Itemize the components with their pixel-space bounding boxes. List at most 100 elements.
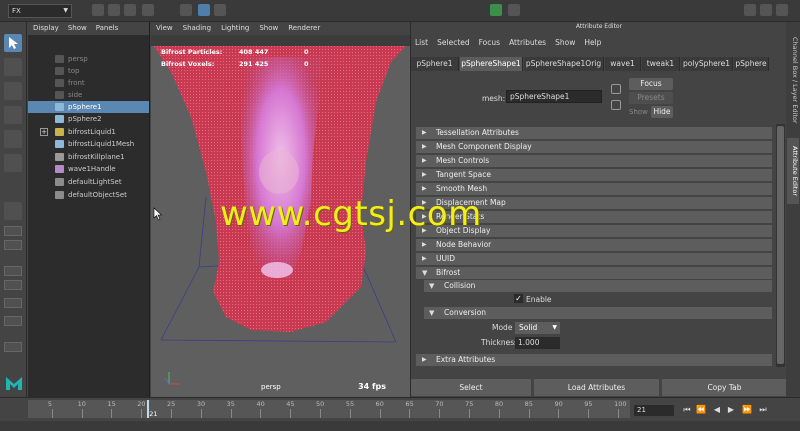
play-backwards-button[interactable]: ◀ — [712, 405, 722, 415]
timeline-track[interactable]: 5 10 15 20 25 30 35 40 45 50 55 60 65 70 75 80 85 90 95 100… — [28, 400, 630, 418]
hide-button[interactable]: Hide — [651, 106, 673, 118]
move-tool-icon[interactable] — [4, 106, 22, 124]
menu-set-select[interactable]: FX ▼ — [8, 4, 72, 18]
ae-menu-selected[interactable]: Selected — [437, 36, 470, 50]
tab-psphere-truncated[interactable]: pSphere — [734, 57, 769, 71]
focus-button[interactable]: Focus — [629, 78, 673, 90]
viewport-menu-shading[interactable]: Shading — [183, 22, 211, 35]
viewport-menu-lighting[interactable]: Lighting — [221, 22, 249, 35]
copy-tab-button[interactable]: Copy Tab — [662, 379, 787, 396]
outliner-item-bifrostliquid1mesh[interactable]: bifrostLiquid1Mesh — [28, 138, 149, 150]
tab-polysphere1[interactable]: polySphere1 — [681, 57, 733, 71]
tab-wave1[interactable]: wave1 — [605, 57, 641, 71]
mode-dropdown[interactable]: Solid ▼ — [515, 322, 560, 334]
section-mesh-controls[interactable]: ▶ Mesh Controls — [416, 155, 772, 167]
outliner-menu-display[interactable]: Display — [33, 22, 59, 35]
tab-psphereshape1[interactable]: pSphereShape1 — [460, 57, 523, 71]
outliner-item-wave1handle[interactable]: wave1Handle — [28, 163, 149, 175]
section-uuid[interactable]: ▶ UUID — [416, 253, 772, 265]
outliner-item-top[interactable]: top — [28, 65, 149, 77]
thickness-field[interactable]: 1.000 — [515, 337, 560, 349]
select-hierarchy-icon[interactable] — [180, 4, 192, 16]
rotate-tool-icon[interactable] — [4, 130, 22, 148]
outliner-layout-icon[interactable] — [4, 266, 22, 276]
ipr-render-icon[interactable] — [508, 4, 520, 16]
outliner-item-bifrostkillplane1[interactable]: bifrostKillplane1 — [28, 151, 149, 163]
outliner-menu-panels[interactable]: Panels — [96, 22, 119, 35]
outliner-item-side[interactable]: side — [28, 89, 149, 101]
ae-menu-focus[interactable]: Focus — [479, 36, 500, 50]
four-view-layout-icon[interactable] — [4, 226, 22, 236]
ae-menu-show[interactable]: Show — [555, 36, 575, 50]
hypershade-layout-icon[interactable] — [4, 298, 22, 308]
viewport-menu-view[interactable]: View — [156, 22, 173, 35]
ae-menu-attributes[interactable]: Attributes — [509, 36, 546, 50]
outliner-item-bifrostliquid1[interactable]: + bifrostLiquid1 — [28, 126, 149, 138]
time-slider[interactable]: 5 10 15 20 25 30 35 40 45 50 55 60 65 70 75 80 85 90 95 100… — [0, 397, 800, 431]
current-frame-field[interactable]: 21 — [634, 405, 674, 416]
tab-attribute-editor[interactable]: Attribute Editor — [787, 138, 799, 204]
subsection-collision[interactable]: ▼ Collision — [424, 280, 772, 292]
expand-icon[interactable]: + — [40, 128, 48, 136]
step-forward-key-button[interactable]: ⏩ — [742, 405, 752, 415]
scrollbar-thumb[interactable] — [777, 126, 784, 364]
play-forwards-button[interactable]: ▶ — [726, 405, 736, 415]
go-to-start-button[interactable]: ⏮ — [682, 405, 692, 415]
select-component-icon[interactable] — [214, 4, 226, 16]
outliner-item-defaultlightset[interactable]: defaultLightSet — [28, 176, 149, 188]
go-to-end-button[interactable]: ⏭ — [758, 405, 768, 415]
ae-menu-help[interactable]: Help — [584, 36, 601, 50]
node-name-field[interactable]: pSphereShape1 — [506, 90, 602, 103]
hud-label: Bifrost Voxels: — [161, 60, 215, 68]
tab-psphereshape1orig[interactable]: pSphereShape1Orig — [524, 57, 604, 71]
ae-menu-list[interactable]: List — [415, 36, 428, 50]
uv-layout-icon[interactable] — [4, 316, 22, 326]
step-back-key-button[interactable]: ⏪ — [696, 405, 706, 415]
tab-psphere1[interactable]: pSphere1 — [411, 57, 459, 71]
scale-tool-icon[interactable] — [4, 154, 22, 172]
undo-icon[interactable] — [142, 4, 154, 16]
save-scene-icon[interactable] — [124, 4, 136, 16]
tab-channel-box[interactable]: Channel Box / Layer Editor — [787, 26, 799, 134]
custom-layout-icon[interactable] — [4, 342, 22, 352]
select-object-icon[interactable] — [198, 4, 210, 16]
viewport-menu-renderer[interactable]: Renderer — [288, 22, 320, 35]
outliner-menu-show[interactable]: Show — [68, 22, 87, 35]
load-output-icon[interactable] — [611, 100, 621, 110]
subsection-conversion[interactable]: ▼ Conversion — [424, 307, 772, 319]
graph-layout-icon[interactable] — [4, 280, 22, 290]
viewport-icon-bar[interactable] — [151, 35, 410, 46]
section-bifrost[interactable]: ▼ Bifrost — [416, 267, 772, 279]
open-scene-icon[interactable] — [108, 4, 120, 16]
outliner-item-defaultobjectset[interactable]: defaultObjectSet — [28, 189, 149, 201]
section-extra-attributes[interactable]: ▶ Extra Attributes — [416, 354, 772, 366]
select-button[interactable]: Select — [411, 379, 531, 396]
modeling-toolkit-icon[interactable] — [744, 4, 756, 16]
section-tessellation-attributes[interactable]: ▶ Tessellation Attributes — [416, 127, 772, 139]
section-mesh-component-display[interactable]: ▶ Mesh Component Display — [416, 141, 772, 153]
outliner-item-psphere2[interactable]: pSphere2 — [28, 113, 149, 125]
section-node-behavior[interactable]: ▶ Node Behavior — [416, 239, 772, 251]
outliner-item-front[interactable]: front — [28, 77, 149, 89]
lasso-tool-icon[interactable] — [4, 58, 22, 76]
tab-tweak1[interactable]: tweak1 — [642, 57, 680, 71]
enable-checkbox[interactable]: ✓ — [514, 294, 523, 303]
presets-button[interactable]: Presets — [629, 92, 673, 104]
paint-select-tool-icon[interactable] — [4, 82, 22, 100]
section-tangent-space[interactable]: ▶ Tangent Space — [416, 169, 772, 181]
attribute-editor-icon[interactable] — [760, 4, 772, 16]
new-scene-icon[interactable] — [92, 4, 104, 16]
single-perspective-layout-icon[interactable] — [4, 202, 22, 220]
select-tool-icon[interactable] — [4, 34, 22, 52]
two-view-layout-icon[interactable] — [4, 240, 22, 250]
load-attributes-button[interactable]: Load Attributes — [534, 379, 659, 396]
channel-box-icon[interactable] — [776, 4, 788, 16]
range-slider[interactable] — [0, 421, 800, 431]
outliner-item-label: persp — [68, 55, 88, 63]
render-icon[interactable] — [490, 4, 502, 16]
outliner-item-persp[interactable]: persp — [28, 53, 149, 65]
viewport-menu-show[interactable]: Show — [259, 22, 278, 35]
load-input-icon[interactable] — [611, 84, 621, 94]
outliner-item-psphere1[interactable]: pSphere1 — [28, 101, 149, 113]
attribute-editor-scrollbar[interactable] — [776, 124, 785, 367]
